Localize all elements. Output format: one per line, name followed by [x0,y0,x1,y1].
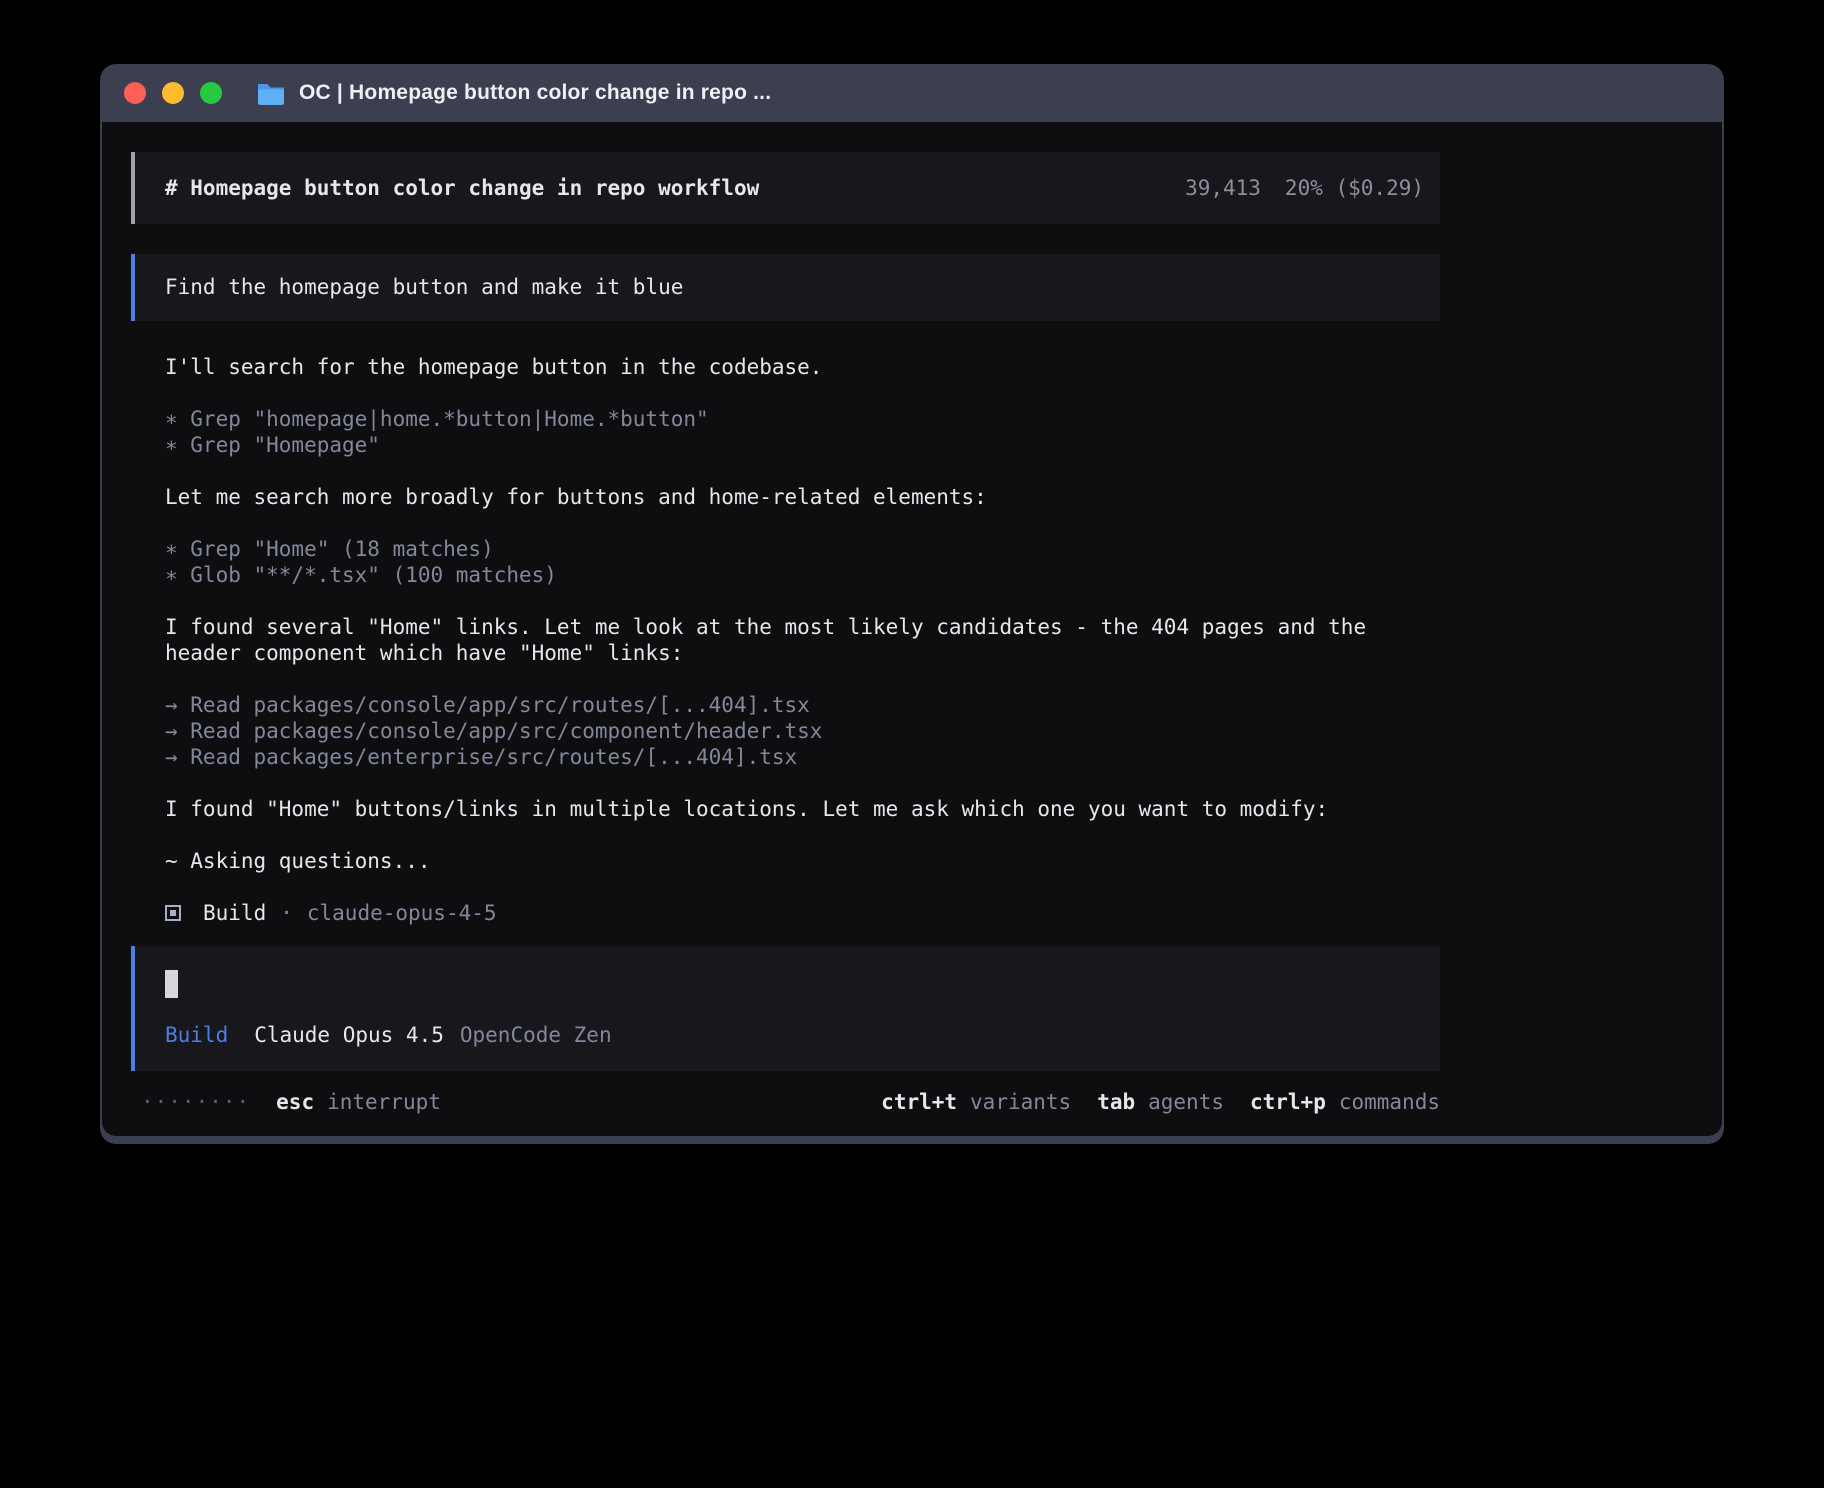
agent-model: claude-opus-4-5 [307,900,497,926]
prompt-input[interactable]: Build Claude Opus 4.5 OpenCode Zen [131,946,1440,1071]
agent-separator: · [280,900,293,926]
tool-call-read-2: → Read packages/console/app/src/componen… [165,718,1440,744]
folder-icon [256,81,286,105]
shortcut-agents: tab agents [1097,1089,1224,1116]
assistant-text-asking: ~ Asking questions... [165,848,1440,874]
model-label: Claude Opus 4.5 [254,1022,444,1049]
keyboard-shortcuts: ctrl+t variants tab agents ctrl+p comman… [881,1089,1440,1116]
assistant-transcript: I'll search for the homepage button in t… [165,354,1440,926]
token-count: 39,413 [1185,176,1261,200]
blank-line [165,666,1440,692]
assistant-text-ask: I found "Home" buttons/links in multiple… [165,796,1440,822]
shortcut-commands-key: ctrl+p [1250,1089,1326,1116]
window-title: OC | Homepage button color change in rep… [299,81,771,105]
blank-line [165,380,1440,406]
agent-status: Build · claude-opus-4-5 [165,900,1440,926]
shortcut-variants-key: ctrl+t [881,1089,957,1116]
mode-label[interactable]: Build [165,1022,228,1049]
assistant-text-intro: I'll search for the homepage button in t… [165,354,1440,380]
context-usage: 20% ($0.29) [1285,176,1424,200]
status-bar: ········ esc interrupt ctrl+t variants t… [131,1089,1440,1116]
traffic-lights [124,82,222,104]
tool-call-read-3: → Read packages/enterprise/src/routes/[.… [165,744,1440,770]
agent-build-icon-dot [170,910,176,916]
blank-line [165,458,1440,484]
terminal-window: OC | Homepage button color change in rep… [100,64,1724,1144]
session-title: # Homepage button color change in repo w… [165,176,759,200]
zoom-button[interactable] [200,82,222,104]
shortcut-commands: ctrl+p commands [1250,1089,1440,1116]
shortcut-variants-label: variants [970,1089,1071,1116]
tool-call-grep-3: ∗ Grep "Home" (18 matches) [165,536,1440,562]
assistant-text-candidates: I found several "Home" links. Let me loo… [165,614,1440,666]
agent-build-icon [165,905,181,921]
provider-label: OpenCode Zen [460,1022,612,1049]
tool-call-grep-2: ∗ Grep "Homepage" [165,432,1440,458]
input-status-line: Build Claude Opus 4.5 OpenCode Zen [165,1022,1410,1049]
shortcut-commands-label: commands [1339,1089,1440,1116]
close-button[interactable] [124,82,146,104]
blank-line [165,588,1440,614]
tool-call-grep-1: ∗ Grep "homepage|home.*button|Home.*butt… [165,406,1440,432]
blank-line [165,822,1440,848]
minimize-button[interactable] [162,82,184,104]
esc-shortcut: esc interrupt [276,1089,441,1116]
esc-key-label: esc [276,1089,314,1116]
assistant-text-broader: Let me search more broadly for buttons a… [165,484,1440,510]
session-stats: 39,413 20% ($0.29) [1185,176,1424,200]
shortcut-agents-label: agents [1148,1089,1224,1116]
blank-line [165,770,1440,796]
user-message-text: Find the homepage button and make it blu… [165,275,683,299]
blank-line [165,510,1440,536]
terminal-content: # Homepage button color change in repo w… [102,122,1722,1136]
window-titlebar[interactable]: OC | Homepage button color change in rep… [100,64,1724,122]
user-message: Find the homepage button and make it blu… [131,254,1440,321]
tool-call-glob-1: ∗ Glob "**/*.tsx" (100 matches) [165,562,1440,588]
agent-name: Build [203,900,266,926]
text-cursor [165,970,178,998]
tool-call-read-1: → Read packages/console/app/src/routes/[… [165,692,1440,718]
esc-action-label: interrupt [327,1089,441,1116]
shortcut-agents-key: tab [1097,1089,1135,1116]
session-header: # Homepage button color change in repo w… [131,152,1440,224]
spinner-dots: ········ [141,1089,250,1116]
shortcut-variants: ctrl+t variants [881,1089,1071,1116]
blank-line [165,874,1440,900]
